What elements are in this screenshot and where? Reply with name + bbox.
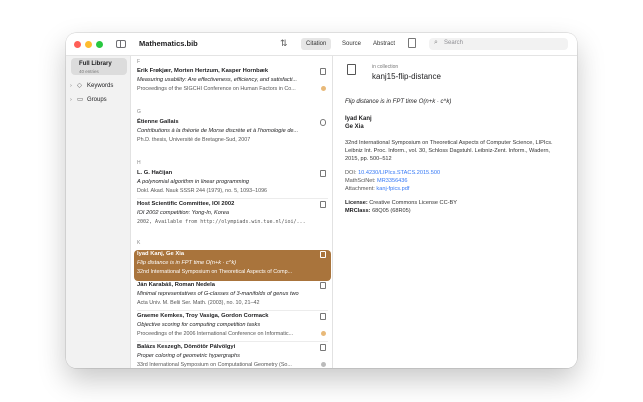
list-item[interactable]: Étienne Gallais Contributions à la théor… bbox=[137, 119, 328, 146]
license-value: Creative Commons License CC-BY bbox=[369, 200, 457, 206]
collection-label: in collection bbox=[372, 64, 399, 70]
document-icon bbox=[320, 201, 326, 208]
search-input[interactable]: ⌕ Search bbox=[429, 38, 568, 50]
detail-pane: in collection kanj15-flip-distance Flip … bbox=[333, 56, 577, 368]
entry-authors: Erik Frøkjær, Morten Hertzum, Kasper Hor… bbox=[137, 68, 269, 74]
sidebar-item-full-library[interactable]: Full Library 40 entries bbox=[71, 58, 127, 75]
detail-venue-line: 2015, pp. 500–512 bbox=[345, 156, 392, 162]
entry-title: Contributions à la théorie de Morse disc… bbox=[137, 128, 299, 134]
divider bbox=[137, 198, 328, 199]
tab-abstract[interactable]: Abstract bbox=[368, 38, 400, 50]
chevron-right-icon[interactable]: › bbox=[70, 97, 77, 103]
section-header: K bbox=[137, 240, 141, 246]
detail-venue-line: Leibniz Int. Proc. Inform., vol. 30, Sch… bbox=[345, 148, 550, 154]
document-icon bbox=[320, 68, 326, 75]
document-icon bbox=[320, 170, 326, 177]
search-placeholder: Search bbox=[444, 40, 464, 46]
document-icon bbox=[347, 64, 356, 75]
entry-list: F Erik Frøkjær, Morten Hertzum, Kasper H… bbox=[131, 56, 333, 368]
chevron-right-icon[interactable]: › bbox=[70, 83, 77, 89]
tag-icon: ◇ bbox=[77, 82, 82, 89]
mathscinet-link[interactable]: MR3356436 bbox=[377, 178, 407, 184]
entry-venue: 2002, Available from http://olympiads.wi… bbox=[137, 219, 306, 225]
sidebar-item-keywords[interactable]: › ◇ Keywords bbox=[70, 81, 113, 89]
folder-icon: ▭ bbox=[77, 96, 84, 103]
zoom-window-button[interactable] bbox=[96, 41, 103, 48]
citation-key: kanj15-flip-distance bbox=[372, 72, 441, 81]
window-title: Mathematics.bib bbox=[139, 39, 198, 48]
library-count: 40 entries bbox=[79, 69, 99, 74]
tab-citation[interactable]: Citation bbox=[301, 38, 332, 50]
detail-title: Flip distance is in FPT time O(n+k · c^k… bbox=[345, 99, 452, 105]
close-window-button[interactable] bbox=[74, 41, 81, 48]
mrclass-label: MRClass: bbox=[345, 208, 371, 214]
sidebar: Full Library 40 entries › ◇ Keywords › ▭ Gro… bbox=[66, 56, 131, 368]
license-label: License: bbox=[345, 200, 368, 206]
search-icon: ⌕ bbox=[434, 39, 438, 46]
list-item[interactable]: Erik Frøkjær, Morten Hertzum, Kasper Hor… bbox=[137, 68, 328, 95]
mrclass-row: MRClass: 68Q05 (68R05) bbox=[345, 208, 411, 214]
entry-venue: Proceedings of the SIGCHI Conference on … bbox=[137, 86, 296, 92]
doi-link[interactable]: 10.4230/LIPIcs.STACS.2015.500 bbox=[358, 170, 440, 176]
toolbar: Mathematics.bib ⇅ Citation Source Abstra… bbox=[66, 33, 577, 56]
entry-venue: Ph.D. thesis, Université de Bretagne-Sud… bbox=[137, 137, 251, 143]
mathscinet-row: MathSciNet: MR3356436 bbox=[345, 178, 408, 184]
attachment-row: Attachment: kanj-fpics.pdf bbox=[345, 186, 409, 192]
link-icon bbox=[321, 86, 326, 91]
detail-author: Iyad Kanj bbox=[345, 116, 372, 122]
list-item[interactable]: L. G. Hačijan A polynomial algorithm in … bbox=[137, 170, 328, 197]
mathscinet-label: MathSciNet: bbox=[345, 178, 376, 184]
document-icon[interactable] bbox=[408, 38, 416, 48]
mrclass-value: 68Q05 (68R05) bbox=[372, 208, 411, 214]
entry-title: IOI 2002 competition: Yong-In, Korea bbox=[137, 210, 229, 216]
section-header: H bbox=[137, 160, 141, 166]
list-item[interactable]: Host Scientific Committee, IOI 2002 IOI … bbox=[137, 201, 328, 228]
attachment-link[interactable]: kanj-fpics.pdf bbox=[376, 186, 409, 192]
entry-authors: Étienne Gallais bbox=[137, 119, 179, 125]
app-window: Mathematics.bib ⇅ Citation Source Abstra… bbox=[66, 33, 577, 368]
comment-icon bbox=[320, 119, 326, 126]
section-header: F bbox=[137, 59, 141, 65]
tab-source[interactable]: Source bbox=[337, 38, 366, 50]
entry-authors: L. G. Hačijan bbox=[137, 170, 173, 176]
sidebar-item-label: Groups bbox=[87, 97, 107, 103]
entry-title: A polynomial algorithm in linear program… bbox=[137, 179, 250, 185]
attachment-label: Attachment: bbox=[345, 186, 375, 192]
entry-venue: Dokl. Akad. Nauk SSSR 244 (1979), no. 5,… bbox=[137, 188, 268, 194]
sidebar-item-groups[interactable]: › ▭ Groups bbox=[70, 95, 107, 103]
sidebar-toggle-icon[interactable] bbox=[116, 40, 126, 48]
selected-row-highlight bbox=[134, 250, 331, 281]
section-header: G bbox=[137, 109, 141, 115]
license-row: License: Creative Commons License CC-BY bbox=[345, 200, 457, 206]
detail-venue-line: 32nd International Symposium on Theoreti… bbox=[345, 140, 553, 146]
sort-icon[interactable]: ⇅ bbox=[280, 38, 288, 49]
detail-author: Ge Xia bbox=[345, 124, 364, 130]
minimize-window-button[interactable] bbox=[85, 41, 92, 48]
doi-label: DOI: bbox=[345, 170, 357, 176]
library-title: Full Library bbox=[79, 61, 112, 67]
entry-authors: Host Scientific Committee, IOI 2002 bbox=[137, 201, 235, 207]
entry-title: Measuring usability: Are effectiveness, … bbox=[137, 77, 298, 83]
sidebar-item-label: Keywords bbox=[87, 83, 114, 89]
doi-row: DOI: 10.4230/LIPIcs.STACS.2015.500 bbox=[345, 170, 440, 176]
